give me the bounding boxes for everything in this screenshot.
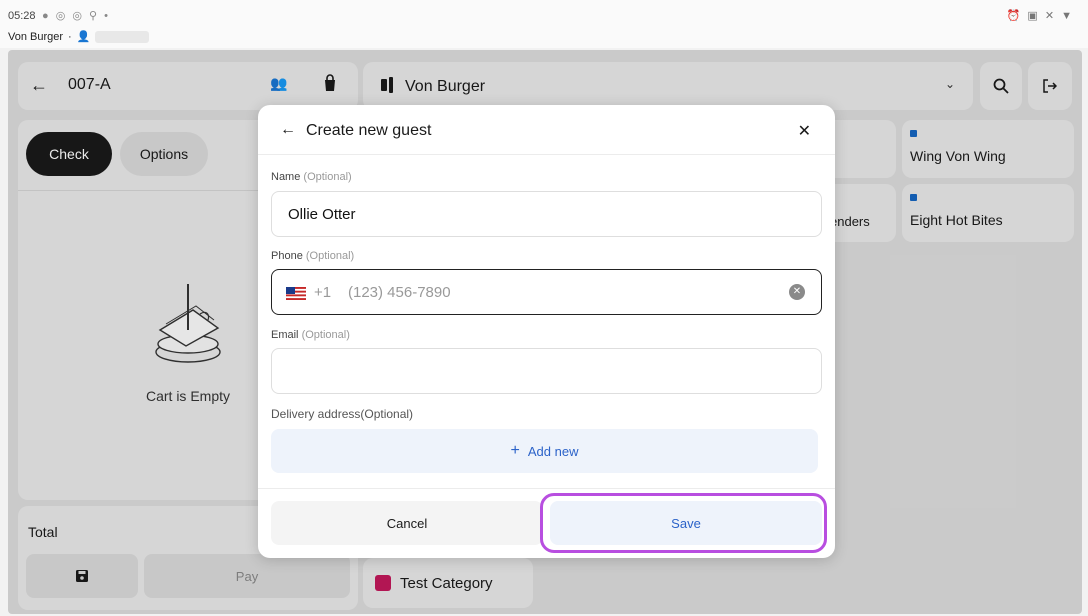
email-label: Email (Optional): [271, 329, 350, 341]
clear-icon[interactable]: ✕: [789, 284, 805, 300]
save-button-highlight: [540, 493, 827, 553]
us-flag-icon[interactable]: [286, 287, 306, 300]
name-label-text: Name: [271, 171, 301, 183]
phone-placeholder: (123) 456-7890: [348, 284, 451, 301]
back-arrow-icon[interactable]: ←: [280, 121, 296, 139]
email-label-text: Email: [271, 329, 299, 341]
name-value: Ollie Otter: [288, 206, 356, 223]
phone-label: Phone (Optional): [271, 250, 354, 262]
optional-suffix: (Optional): [305, 250, 355, 262]
delivery-address-label: Delivery address(Optional): [271, 407, 414, 421]
add-new-address-button[interactable]: + Add new: [271, 429, 818, 473]
person-icon: 👤: [76, 31, 91, 43]
optional-suffix: (Optional): [303, 171, 352, 183]
create-guest-dialog: ← Create new guest ✕ Name (Optional) Oll…: [258, 105, 835, 558]
status-system-icons: ⏰ ▣ ✕ ▼: [1006, 10, 1074, 22]
optional-suffix: (Optional): [301, 329, 350, 341]
status-bar: 05:28 ● ◎ ◎ ⚲ • Von Burger · 👤 ⏰ ▣ ✕ ▼: [0, 0, 1088, 48]
phone-label-text: Phone: [271, 250, 303, 262]
status-separator: ·: [68, 30, 72, 43]
email-input[interactable]: [271, 348, 822, 394]
dialog-header: ← Create new guest ✕: [258, 105, 835, 155]
status-user-line: Von Burger · 👤: [8, 30, 150, 43]
divider: [258, 488, 835, 489]
status-notification-icons: ● ◎ ◎ ⚲ •: [42, 10, 110, 22]
name-label: Name (Optional): [271, 171, 352, 183]
phone-input[interactable]: +1 (123) 456-7890 ✕: [271, 269, 822, 315]
phone-country-code: +1: [314, 284, 332, 301]
status-time: 05:28: [8, 10, 36, 22]
status-store-name: Von Burger: [8, 30, 64, 43]
close-icon[interactable]: ✕: [798, 121, 811, 141]
name-input[interactable]: Ollie Otter: [271, 191, 822, 237]
plus-icon: +: [510, 442, 520, 459]
add-new-label: Add new: [527, 443, 579, 459]
dialog-title: Create new guest: [306, 122, 432, 139]
status-user-redacted: [95, 30, 150, 43]
cancel-button[interactable]: Cancel: [271, 501, 543, 545]
